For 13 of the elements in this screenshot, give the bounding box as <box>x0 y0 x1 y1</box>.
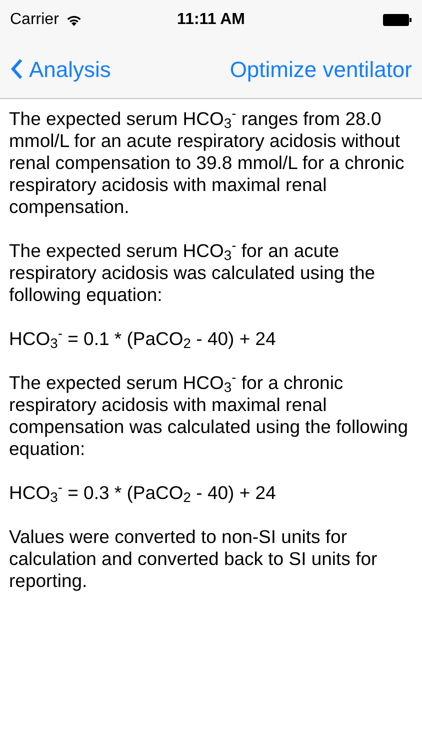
chevron-left-icon <box>10 58 23 80</box>
battery-icon <box>383 14 412 26</box>
body-paragraph: Values were converted to non-SI units for calculation and converted back to SI units for reporting. <box>9 526 378 592</box>
body-paragraph: HCO$_{3}$$^{-}$ = 0.1 * (PaCO$_{2}$ - 40) + 24 <box>9 328 277 350</box>
body-paragraph: The expected serum HCO$_{3}$$^{-}$ for an acute respiratory acidosis was calculated using the following equation: <box>9 240 376 306</box>
wifi-icon <box>64 14 83 26</box>
body-paragraph: HCO$_{3}$$^{-}$ = 0.3 * (PaCO$_{2}$ - 40) + 24 <box>9 482 277 504</box>
optimize-ventilator-button[interactable]: Optimize ventilator <box>230 52 412 86</box>
body-paragraph: The expected serum HCO$_{3}$$^{-}$ for a chronic respiratory acidosis with maximal renal compensation was calculated using the following equation: <box>9 372 410 460</box>
status-time: 11:11 AM <box>177 10 245 30</box>
carrier-label: Carrier <box>10 10 59 30</box>
body-paragraph: The expected serum HCO$_{3}$$^{-}$ ranges from 28.0 mmol/L for an acute respiratory acidosis without renal compensation to 39.8 mmol/L for a chronic respiratory acidosis with maximal renal compensation. <box>9 108 406 218</box>
back-button[interactable]: Analysis <box>10 52 111 86</box>
